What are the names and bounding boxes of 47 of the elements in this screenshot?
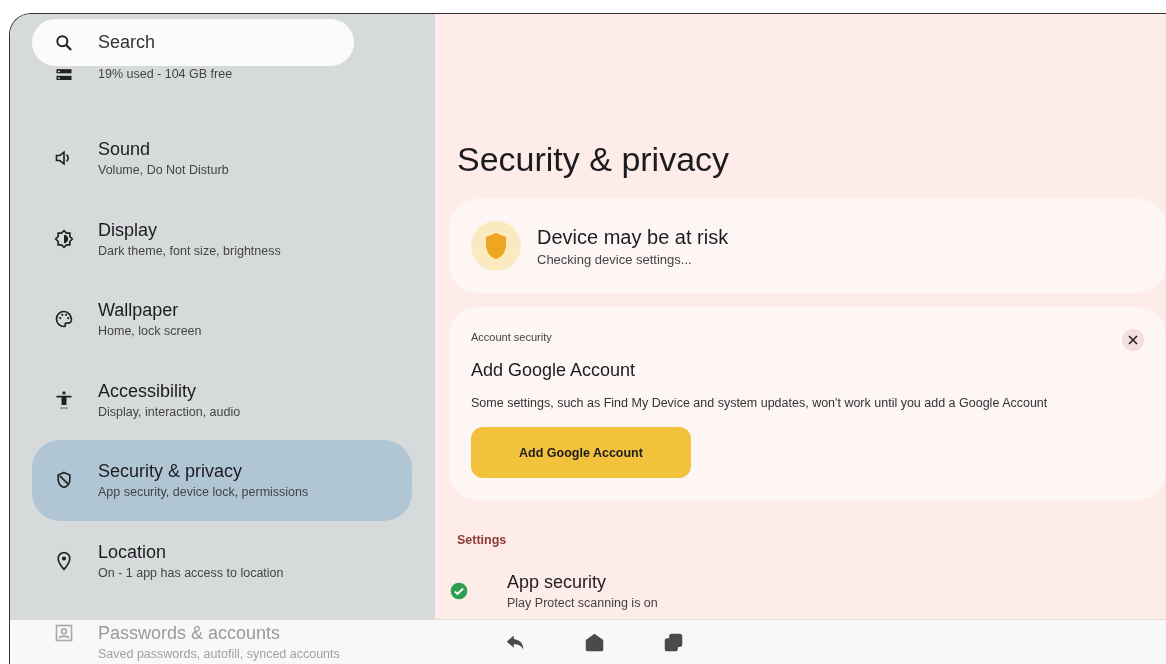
- card-title: Add Google Account: [471, 360, 637, 381]
- item-title: Accessibility: [98, 380, 198, 402]
- item-subtitle: On - 1 app has access to location: [98, 565, 284, 580]
- search-field[interactable]: Search: [32, 19, 354, 66]
- settings-item[interactable]: Wallpaper Home, lock screen: [32, 279, 412, 360]
- item-subtitle: Volume, Do Not Disturb: [98, 163, 229, 178]
- close-button[interactable]: [1122, 329, 1144, 351]
- item-subtitle: Saved passwords, autofill, synced accounts: [98, 647, 340, 661]
- recents-button[interactable]: [663, 632, 684, 653]
- status-subtitle: Checking device settings...: [537, 251, 693, 267]
- item-title: Passwords & accounts: [98, 623, 282, 644]
- settings-item[interactable]: Display Dark theme, font size, brightness: [32, 198, 412, 279]
- home-button[interactable]: [584, 632, 605, 653]
- page-title: Security & privacy: [457, 140, 731, 179]
- item-subtitle: Dark theme, font size, brightness: [98, 243, 281, 258]
- settings-item[interactable]: 19% used - 104 GB free: [32, 67, 412, 118]
- item-subtitle: App security, device lock, permissions: [98, 485, 309, 500]
- recents-icon: [663, 632, 684, 653]
- settings-item[interactable]: Accessibility Display, interaction, audio: [32, 359, 412, 440]
- settings-item[interactable]: Location On - 1 app has access to location: [32, 520, 412, 601]
- item-title: Location: [98, 541, 168, 563]
- settings-item[interactable]: Sound Volume, Do Not Disturb: [32, 118, 412, 199]
- section-header: Settings: [457, 533, 508, 547]
- settings-item[interactable]: Security & privacy App security, device lock, permissions: [32, 440, 412, 521]
- item-subtitle: Home, lock screen: [98, 324, 202, 339]
- shield-badge-icon: [471, 221, 521, 271]
- item-title: Security & privacy: [98, 461, 244, 483]
- add-account-button[interactable]: Add Google Account: [471, 427, 691, 478]
- home-icon: [584, 632, 605, 653]
- status-title: Device may be at risk: [537, 225, 729, 249]
- palette-icon: [54, 309, 74, 330]
- brightness-icon: [54, 228, 74, 249]
- close-icon: [1128, 335, 1138, 345]
- location-pin-icon: [54, 550, 74, 571]
- item-subtitle: Display, interaction, audio: [98, 404, 241, 419]
- item-subtitle: 19% used - 104 GB free: [98, 67, 233, 81]
- check-circle-icon: [449, 581, 469, 601]
- person-icon: [54, 389, 74, 410]
- shield-icon: [54, 470, 74, 491]
- item-subtitle: Play Protect scanning is on: [507, 596, 658, 610]
- item-title: Sound: [98, 139, 152, 161]
- item-title: App security: [507, 572, 608, 593]
- card-overline: Account security: [471, 331, 552, 343]
- item-title: Wallpaper: [98, 300, 180, 322]
- card-description: Some settings, such as Find My Device and system updates, won't work until you add a Google Account: [471, 396, 1049, 410]
- item-title: Display: [98, 219, 159, 241]
- person-card-icon: [54, 623, 74, 643]
